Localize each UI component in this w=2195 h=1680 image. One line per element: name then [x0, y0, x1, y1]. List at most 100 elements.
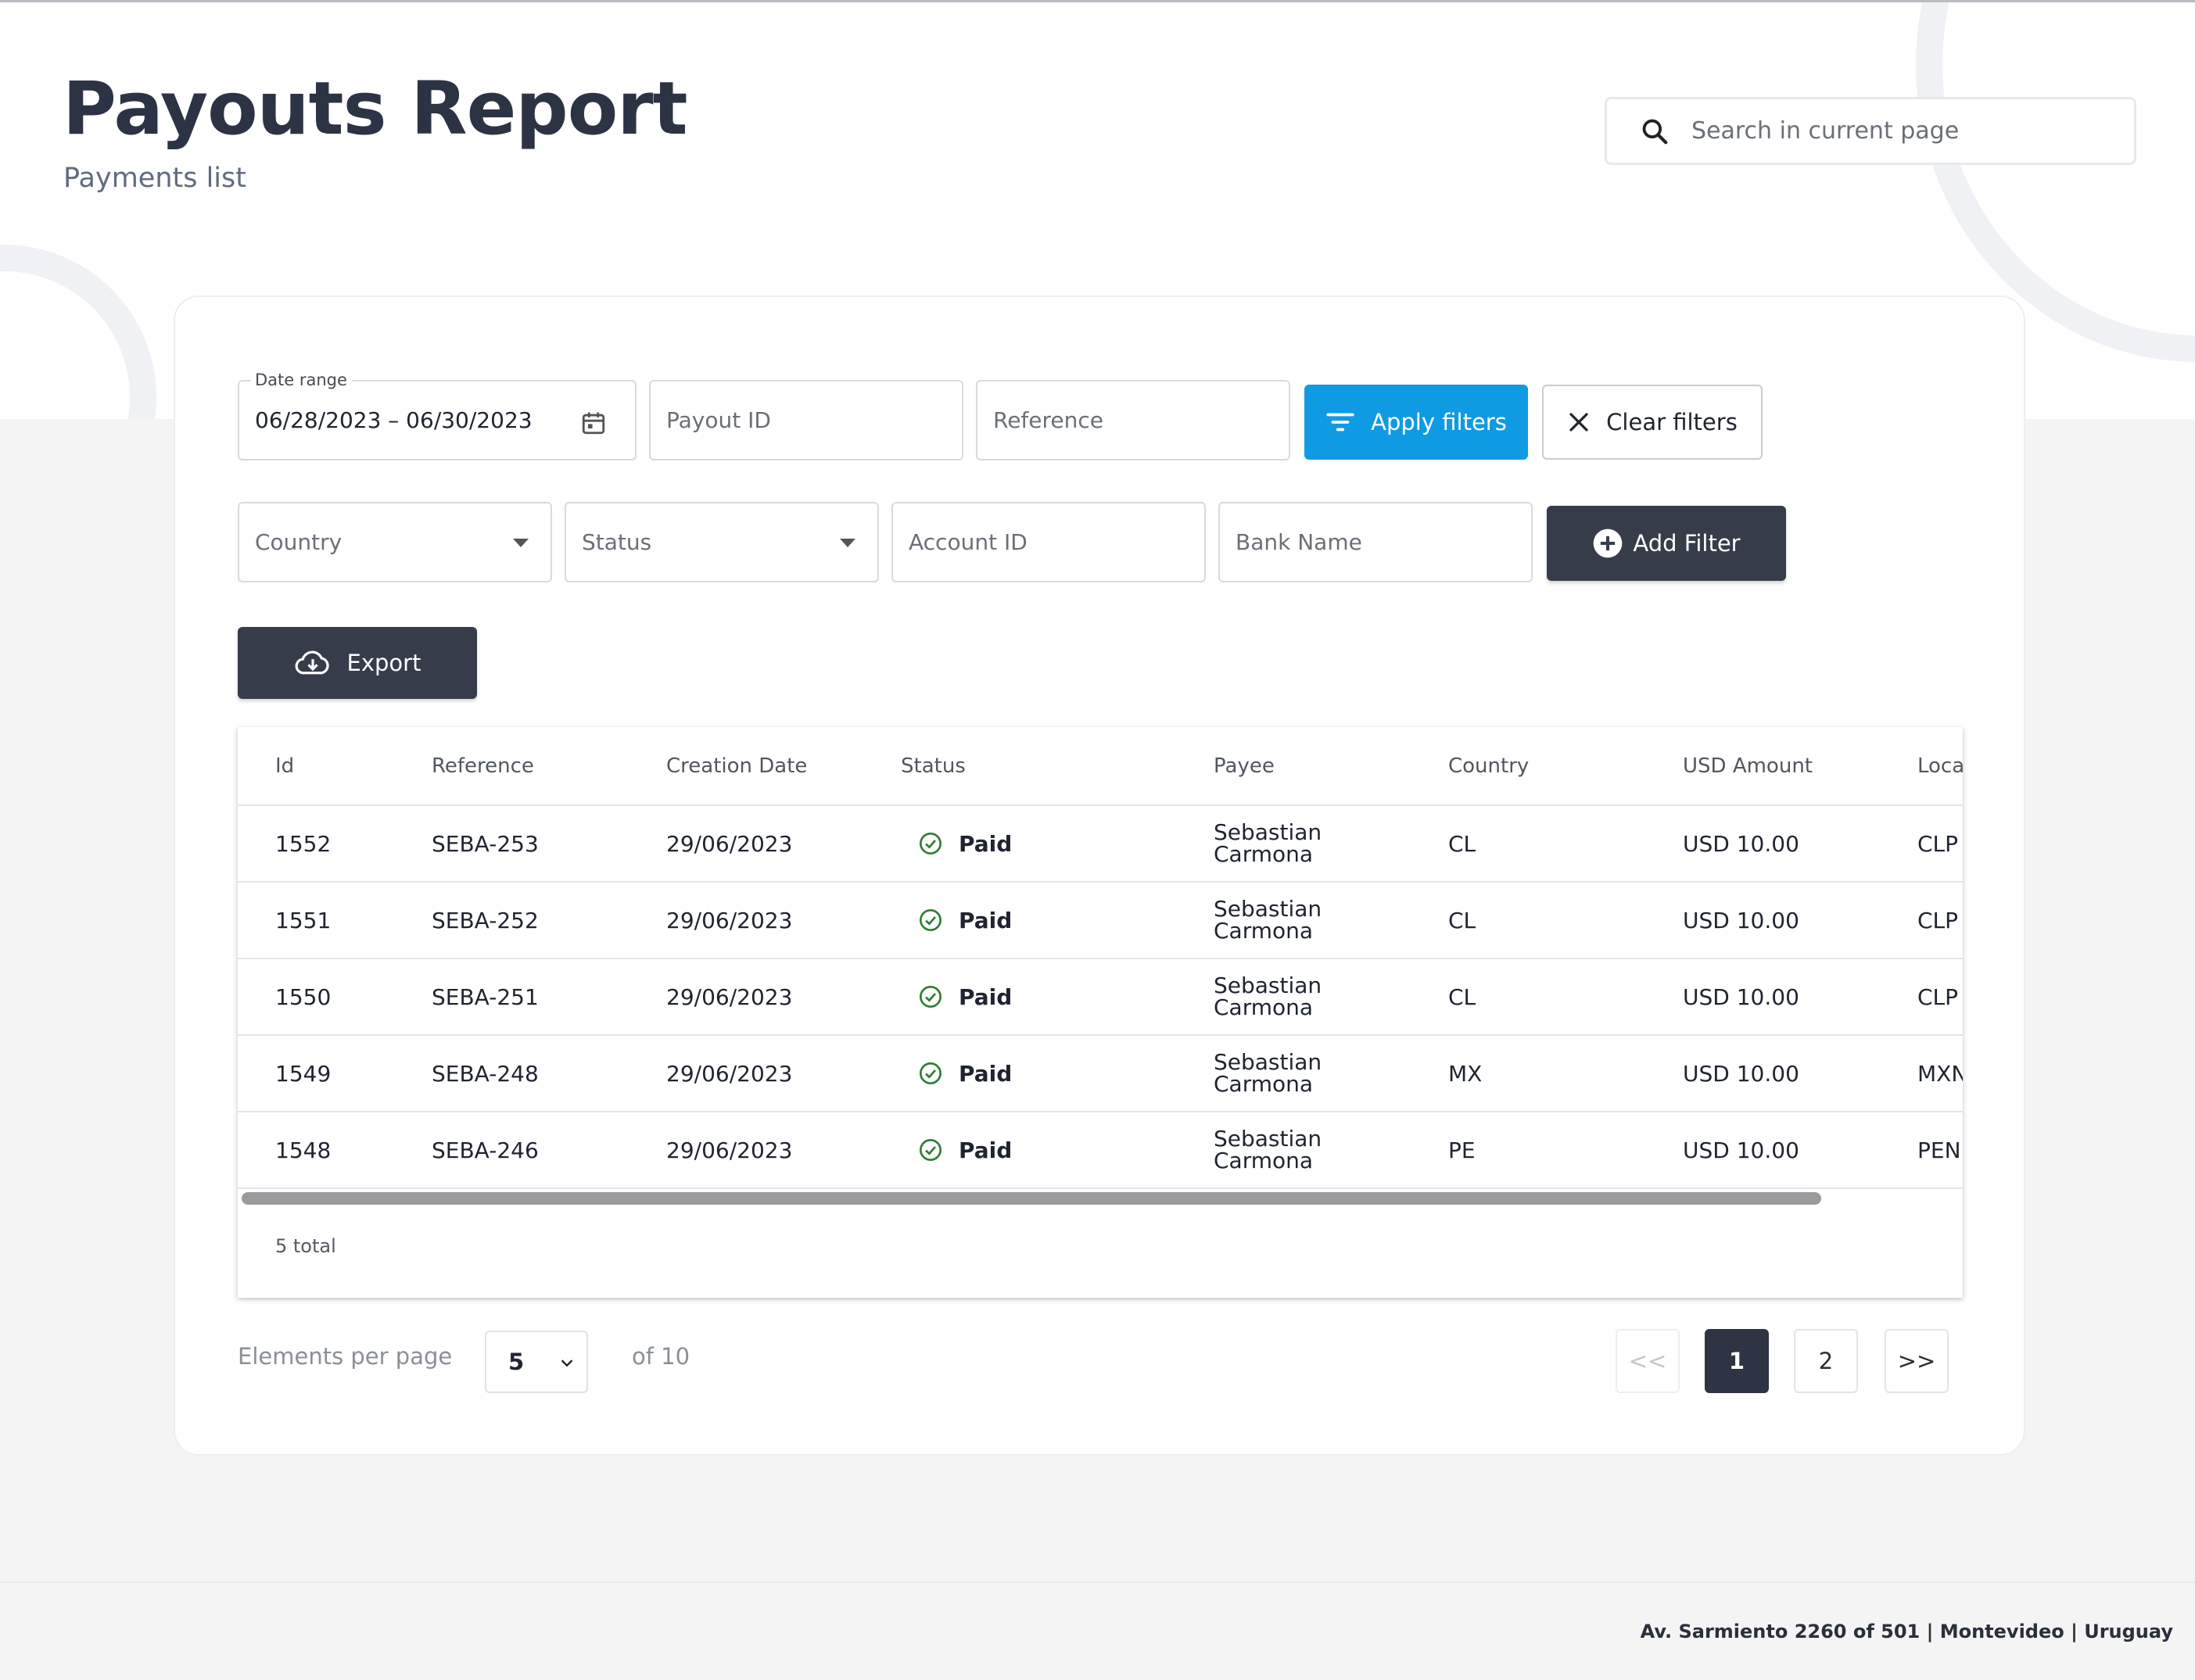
- status-label: Paid: [959, 1060, 1013, 1087]
- cell-payee: Sebastian Carmona: [1214, 1036, 1339, 1111]
- add-filter-button[interactable]: Add Filter: [1547, 506, 1786, 581]
- payee-last-name: Carmona: [1214, 918, 1314, 944]
- cell-local-currency: CLP: [1917, 907, 1959, 933]
- cell-reference: SEBA-253: [432, 830, 539, 857]
- page-2-button[interactable]: 2: [1794, 1329, 1858, 1393]
- column-header-country[interactable]: Country: [1448, 727, 1529, 804]
- column-header-usd-amount[interactable]: USD Amount: [1683, 727, 1813, 804]
- cell-country: CL: [1448, 983, 1476, 1010]
- chevron-down-icon: [561, 1359, 573, 1367]
- export-label: Export: [346, 650, 421, 676]
- cell-id: 1548: [275, 1137, 332, 1163]
- cell-status: Paid: [918, 959, 1012, 1034]
- search-input[interactable]: [1691, 117, 2114, 145]
- cell-local-currency: PEN: [1917, 1137, 1961, 1163]
- table-row[interactable]: 1548 SEBA-246 29/06/2023 Paid Sebastian C…: [238, 1112, 1963, 1189]
- cell-usd-amount: USD 10.00: [1683, 1060, 1799, 1087]
- payout-id-placeholder: Payout ID: [666, 407, 771, 433]
- calendar-icon[interactable]: [580, 410, 607, 436]
- search-box[interactable]: [1605, 97, 2136, 165]
- cell-status: Paid: [918, 806, 1012, 881]
- cell-payee: Sebastian Carmona: [1214, 883, 1339, 958]
- status-label: Paid: [959, 983, 1013, 1010]
- date-range-field[interactable]: Date range 06/28/2023 – 06/30/2023: [238, 371, 637, 460]
- search-icon: [1642, 119, 1668, 144]
- total-pages-label: of 10: [632, 1343, 690, 1370]
- column-header-reference[interactable]: Reference: [432, 727, 534, 804]
- table-row[interactable]: 1549 SEBA-248 29/06/2023 Paid Sebastian C…: [238, 1036, 1963, 1112]
- date-range-value: 06/28/2023 – 06/30/2023: [255, 407, 533, 433]
- cell-id: 1550: [275, 983, 332, 1010]
- first-page-button[interactable]: <<: [1616, 1329, 1680, 1393]
- horizontal-scrollbar[interactable]: [242, 1192, 1821, 1205]
- dropdown-arrow-icon: [513, 539, 529, 547]
- table-row[interactable]: 1552 SEBA-253 29/06/2023 Paid Sebastian C…: [238, 806, 1963, 883]
- cell-usd-amount: USD 10.00: [1683, 830, 1799, 857]
- cell-id: 1552: [275, 830, 332, 857]
- cell-country: PE: [1448, 1137, 1476, 1163]
- table-row[interactable]: 1550 SEBA-251 29/06/2023 Paid Sebastian C…: [238, 959, 1963, 1036]
- clear-filters-button[interactable]: Clear filters: [1542, 385, 1763, 460]
- account-id-placeholder: Account ID: [909, 529, 1028, 555]
- check-circle-icon: [920, 909, 941, 931]
- status-label: Paid: [959, 830, 1013, 857]
- payee-last-name: Carmona: [1214, 994, 1314, 1020]
- bank-name-field[interactable]: Bank Name: [1218, 502, 1533, 582]
- cell-local-currency: CLP: [1917, 830, 1959, 857]
- close-icon: [1569, 413, 1588, 432]
- check-circle-icon: [920, 833, 941, 854]
- column-header-creation-date[interactable]: Creation Date: [666, 727, 807, 804]
- cell-creation-date: 29/06/2023: [666, 983, 793, 1010]
- check-circle-icon: [920, 1139, 941, 1161]
- report-card: Date range 06/28/2023 – 06/30/2023 Payou…: [174, 296, 2025, 1456]
- account-id-field[interactable]: Account ID: [891, 502, 1206, 582]
- export-button[interactable]: Export: [238, 627, 477, 699]
- table-row[interactable]: 1551 SEBA-252 29/06/2023 Paid Sebastian C…: [238, 883, 1963, 959]
- cell-status: Paid: [918, 1112, 1012, 1187]
- cell-payee: Sebastian Carmona: [1214, 1112, 1339, 1187]
- page-1-button[interactable]: 1: [1705, 1329, 1769, 1393]
- add-circle-icon: [1594, 528, 1623, 558]
- cell-country: MX: [1448, 1060, 1483, 1087]
- clear-filters-label: Clear filters: [1606, 409, 1738, 435]
- country-select[interactable]: Country: [238, 502, 552, 582]
- cell-payee: Sebastian Carmona: [1214, 806, 1339, 881]
- cell-creation-date: 29/06/2023: [666, 907, 793, 933]
- status-label: Paid: [959, 907, 1013, 933]
- cell-country: CL: [1448, 830, 1476, 857]
- status-label: Paid: [959, 1137, 1013, 1163]
- cell-reference: SEBA-252: [432, 907, 539, 933]
- check-circle-icon: [920, 1062, 941, 1084]
- cell-status: Paid: [918, 883, 1012, 958]
- date-range-label: Date range: [250, 371, 352, 389]
- country-placeholder: Country: [255, 529, 343, 555]
- page-subtitle: Payments list: [63, 163, 246, 194]
- cell-status: Paid: [918, 1036, 1012, 1111]
- cell-usd-amount: USD 10.00: [1683, 907, 1799, 933]
- total-count: 5 total: [275, 1235, 336, 1257]
- reference-placeholder: Reference: [993, 407, 1103, 433]
- add-filter-label: Add Filter: [1633, 530, 1741, 557]
- column-header-id[interactable]: Id: [275, 727, 294, 804]
- per-page-select[interactable]: 5: [485, 1331, 588, 1393]
- column-header-payee[interactable]: Payee: [1214, 727, 1275, 804]
- status-placeholder: Status: [582, 529, 652, 555]
- cell-creation-date: 29/06/2023: [666, 1137, 793, 1163]
- column-header-status[interactable]: Status: [901, 727, 966, 804]
- cell-local-currency: CLP: [1917, 983, 1959, 1010]
- cell-local-currency: MXN: [1917, 1060, 1963, 1087]
- decorative-ring: [0, 245, 156, 419]
- cell-id: 1551: [275, 907, 332, 933]
- cell-usd-amount: USD 10.00: [1683, 1137, 1799, 1163]
- column-header-local[interactable]: Loca: [1917, 727, 1963, 804]
- cell-usd-amount: USD 10.00: [1683, 983, 1799, 1010]
- apply-filters-button[interactable]: Apply filters: [1304, 385, 1528, 460]
- page-title: Payouts Report: [63, 66, 688, 152]
- reference-field[interactable]: Reference: [976, 380, 1290, 460]
- payee-last-name: Carmona: [1214, 841, 1314, 867]
- per-page-label: Elements per page: [238, 1343, 453, 1370]
- status-select[interactable]: Status: [565, 502, 879, 582]
- payout-id-field[interactable]: Payout ID: [649, 380, 963, 460]
- last-page-button[interactable]: >>: [1885, 1329, 1949, 1393]
- cell-payee: Sebastian Carmona: [1214, 959, 1339, 1034]
